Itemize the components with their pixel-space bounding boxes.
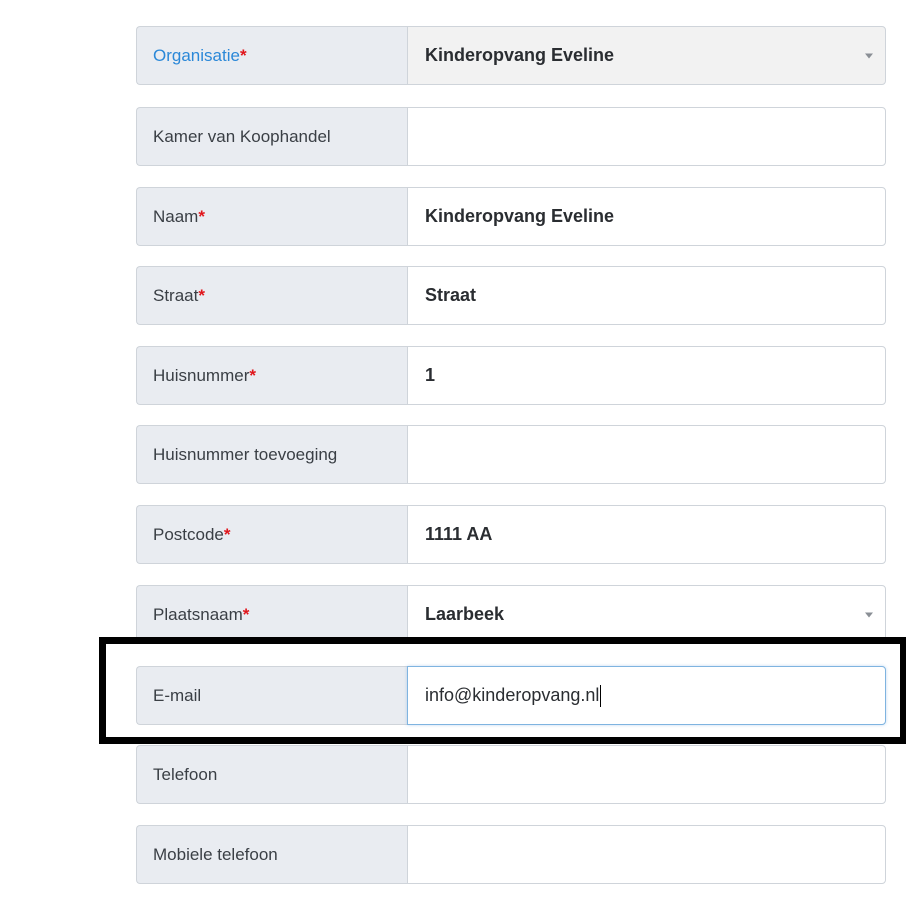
telefoon-input[interactable]: [407, 745, 886, 804]
chevron-down-icon: [865, 612, 873, 617]
organisatie-label-text: Organisatie: [153, 45, 240, 65]
email-row: E-mail info@kinderopvang.nl: [136, 666, 886, 725]
required-marker: *: [223, 524, 231, 544]
required-marker: *: [198, 206, 205, 226]
toevoeging-input[interactable]: [407, 425, 886, 484]
organisatie-selected-value: Kinderopvang Eveline: [425, 45, 615, 65]
toevoeging-label: Huisnummer toevoeging: [136, 425, 407, 484]
naam-label-text: Naam: [153, 206, 199, 226]
mobiel-label: Mobiele telefoon: [136, 825, 407, 884]
plaatsnaam-select[interactable]: Laarbeek: [407, 585, 886, 644]
telefoon-row: Telefoon: [136, 745, 886, 804]
telefoon-label-text: Telefoon: [153, 764, 218, 784]
plaatsnaam-row: Plaatsnaam * Laarbeek: [136, 585, 886, 644]
huisnummer-value: 1: [425, 365, 436, 385]
mobiel-row: Mobiele telefoon: [136, 825, 886, 884]
straat-label: Straat *: [136, 266, 407, 325]
kvk-input[interactable]: [407, 107, 886, 166]
straat-input[interactable]: Straat: [407, 266, 886, 325]
telefoon-label: Telefoon: [136, 745, 407, 804]
organisatie-row: Organisatie * Kinderopvang Eveline: [136, 26, 886, 85]
required-marker: *: [198, 285, 205, 305]
kvk-row: Kamer van Koophandel: [136, 107, 886, 166]
straat-value: Straat: [425, 285, 477, 305]
organisatie-label: Organisatie *: [136, 26, 407, 85]
required-marker: *: [249, 365, 256, 385]
required-marker: *: [239, 45, 247, 65]
chevron-down-icon: [865, 53, 873, 58]
naam-value: Kinderopvang Eveline: [425, 206, 615, 226]
organisatie-select[interactable]: Kinderopvang Eveline: [407, 26, 886, 85]
plaatsnaam-label: Plaatsnaam *: [136, 585, 407, 644]
kvk-label: Kamer van Koophandel: [136, 107, 407, 166]
straat-label-text: Straat: [153, 285, 199, 305]
text-cursor: [600, 684, 602, 707]
naam-input[interactable]: Kinderopvang Eveline: [407, 187, 886, 246]
email-input[interactable]: info@kinderopvang.nl: [407, 666, 886, 725]
plaatsnaam-label-text: Plaatsnaam: [153, 604, 243, 624]
huisnummer-input[interactable]: 1: [407, 346, 886, 405]
kvk-label-text: Kamer van Koophandel: [153, 126, 331, 146]
toevoeging-label-text: Huisnummer toevoeging: [153, 444, 338, 464]
postcode-label-text: Postcode: [153, 524, 224, 544]
naam-label: Naam *: [136, 187, 407, 246]
huisnummer-label: Huisnummer *: [136, 346, 407, 405]
mobiel-label-text: Mobiele telefoon: [153, 844, 278, 864]
plaatsnaam-selected-value: Laarbeek: [425, 604, 505, 624]
email-label-text: E-mail: [153, 685, 202, 705]
email-value: info@kinderopvang.nl: [425, 685, 600, 705]
straat-row: Straat * Straat: [136, 266, 886, 325]
huisnummer-row: Huisnummer * 1: [136, 346, 886, 405]
postcode-value: 1111 AA: [425, 524, 493, 544]
email-label: E-mail: [136, 666, 407, 725]
naam-row: Naam * Kinderopvang Eveline: [136, 187, 886, 246]
postcode-row: Postcode * 1111 AA: [136, 505, 886, 564]
toevoeging-row: Huisnummer toevoeging: [136, 425, 886, 484]
huisnummer-label-text: Huisnummer: [153, 365, 250, 385]
postcode-input[interactable]: 1111 AA: [407, 505, 886, 564]
required-marker: *: [242, 604, 250, 624]
postcode-label: Postcode *: [136, 505, 407, 564]
mobiel-input[interactable]: [407, 825, 886, 884]
